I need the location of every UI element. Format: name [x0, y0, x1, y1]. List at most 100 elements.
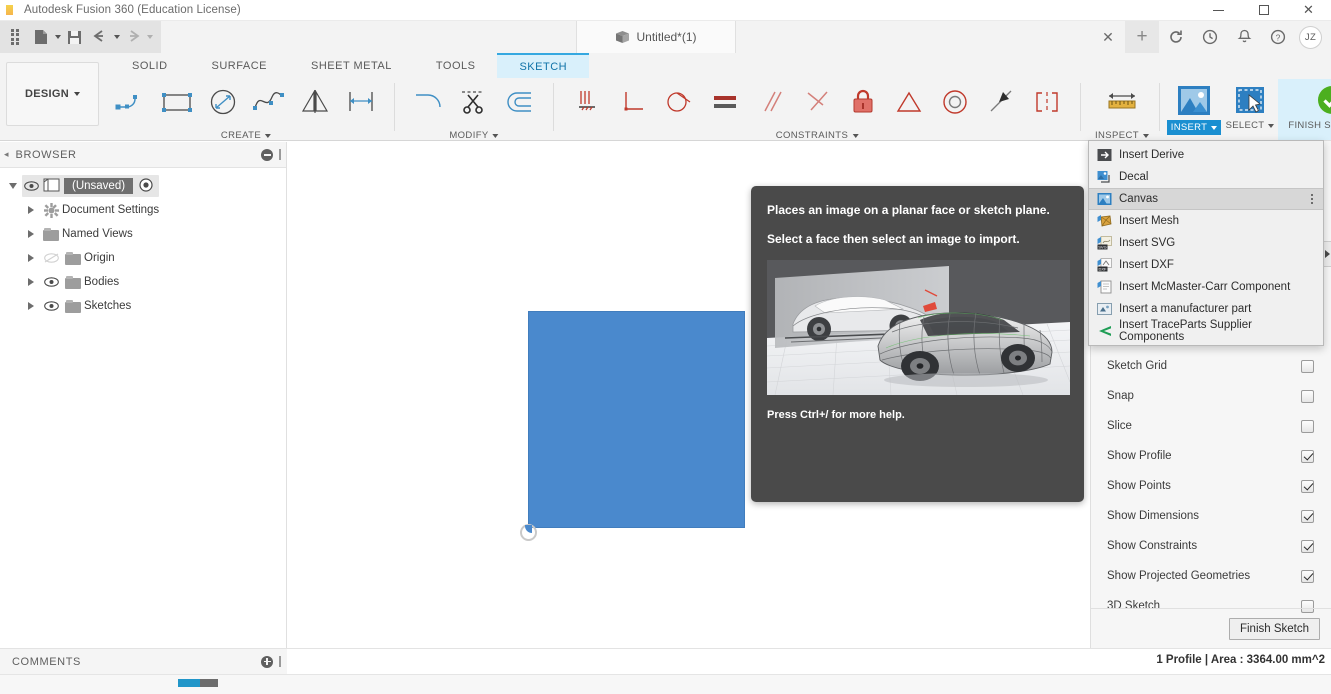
refresh-icon[interactable]: [1159, 21, 1193, 53]
browser-item-bodies[interactable]: Bodies: [0, 270, 287, 294]
menu-item-canvas[interactable]: Canvas: [1089, 188, 1323, 210]
tab-surface[interactable]: SURFACE: [190, 53, 289, 78]
new-tab-icon[interactable]: +: [1125, 21, 1159, 53]
workspace-switcher-design[interactable]: DESIGN: [6, 62, 99, 126]
sketch-profile-rectangle[interactable]: [528, 311, 745, 528]
named-views-expand-icon[interactable]: [22, 230, 40, 238]
browser-item-origin[interactable]: Origin: [0, 246, 287, 270]
slice-checkbox[interactable]: [1301, 419, 1314, 433]
constraint-perpendicular[interactable]: [610, 79, 656, 125]
constraint-midpoint[interactable]: [794, 79, 840, 125]
canvas-overflow-menu-icon[interactable]: [1310, 193, 1316, 205]
notifications-bell-icon[interactable]: [1227, 21, 1261, 53]
insert-button[interactable]: INSERT: [1166, 79, 1222, 141]
user-avatar[interactable]: JZ: [1299, 25, 1322, 49]
sketch-origin-point[interactable]: [520, 524, 537, 541]
sketches-visibility-eye-icon[interactable]: [40, 301, 62, 311]
redo-caret-icon[interactable]: [147, 35, 153, 39]
ribbon-group-constraints-label[interactable]: CONSTRAINTS: [776, 130, 859, 141]
constraint-fix-unfix[interactable]: [840, 79, 886, 125]
sketch-dimension-tool[interactable]: [338, 79, 384, 125]
add-comment-icon[interactable]: [261, 655, 273, 668]
minimize-button[interactable]: [1196, 0, 1241, 21]
constraint-symmetry[interactable]: [1024, 79, 1070, 125]
job-status-clock-icon[interactable]: [1193, 21, 1227, 53]
browser-collapse-all-icon[interactable]: [261, 148, 273, 161]
snap-checkbox[interactable]: [1301, 389, 1314, 403]
tab-tools[interactable]: TOOLS: [414, 53, 498, 78]
palette-option-slice[interactable]: Slice: [1091, 411, 1331, 441]
constraint-collinear[interactable]: [886, 79, 932, 125]
timeline-marker-active[interactable]: [178, 679, 200, 687]
palette-option-show-profile[interactable]: Show Profile: [1091, 441, 1331, 471]
sketch-offset-tool[interactable]: [497, 79, 543, 125]
show-constraints-checkbox[interactable]: [1301, 539, 1314, 553]
root-activate-radio-icon[interactable]: [139, 177, 153, 195]
menu-item-insert-svg[interactable]: SVG Insert SVG: [1089, 232, 1323, 254]
browser-item-document-settings[interactable]: Document Settings: [0, 198, 287, 222]
menu-item-insert-traceparts[interactable]: Insert TraceParts Supplier Components: [1089, 319, 1323, 343]
constraint-parallel[interactable]: [748, 79, 794, 125]
root-expand-triangle-icon[interactable]: [4, 183, 22, 189]
menu-item-decal[interactable]: Decal: [1089, 166, 1323, 188]
bodies-visibility-eye-icon[interactable]: [40, 277, 62, 287]
browser-resize-grip[interactable]: [279, 149, 281, 160]
show-points-checkbox[interactable]: [1301, 479, 1314, 493]
sketch-fillet-tool[interactable]: [405, 79, 451, 125]
origin-expand-icon[interactable]: [22, 254, 40, 262]
constraint-equal[interactable]: [702, 79, 748, 125]
select-button[interactable]: SELECT: [1222, 79, 1278, 141]
finish-sketch-button[interactable]: FINISH SKETCH: [1278, 79, 1331, 141]
sketch-spline-tool[interactable]: [246, 79, 292, 125]
menu-item-insert-dxf[interactable]: DXF Insert DXF: [1089, 254, 1323, 276]
constraint-ground-tool[interactable]: [564, 79, 610, 125]
close-tab-icon[interactable]: ✕: [1091, 21, 1125, 53]
palette-option-show-dimensions[interactable]: Show Dimensions: [1091, 501, 1331, 531]
menu-item-insert-mcmaster-carr[interactable]: Insert McMaster-Carr Component: [1089, 276, 1323, 298]
constraint-tangent[interactable]: [656, 79, 702, 125]
sketch-grid-checkbox[interactable]: [1301, 359, 1314, 373]
sketch-trim-tool[interactable]: [451, 79, 497, 125]
ribbon-group-create-label[interactable]: CREATE: [221, 130, 272, 141]
comments-resize-grip[interactable]: [279, 656, 281, 667]
tab-sheet-metal[interactable]: SHEET METAL: [289, 53, 414, 78]
app-grid-icon[interactable]: [2, 24, 28, 50]
show-projected-geometries-checkbox[interactable]: [1301, 569, 1314, 583]
sketch-circle-tool[interactable]: [200, 79, 246, 125]
help-icon[interactable]: ?: [1261, 21, 1295, 53]
show-profile-checkbox[interactable]: [1301, 449, 1314, 463]
root-visibility-eye-icon[interactable]: [24, 181, 39, 191]
sketch-mirror-tool[interactable]: [292, 79, 338, 125]
browser-item-named-views[interactable]: Named Views: [0, 222, 287, 246]
menu-item-insert-mesh[interactable]: Insert Mesh: [1089, 210, 1323, 232]
palette-option-show-constraints[interactable]: Show Constraints: [1091, 531, 1331, 561]
timeline-marker-end[interactable]: [200, 679, 218, 687]
ribbon-group-modify-label[interactable]: MODIFY: [449, 130, 499, 141]
inspect-measure-tool[interactable]: [1099, 79, 1145, 125]
palette-finish-sketch-button[interactable]: Finish Sketch: [1228, 617, 1320, 640]
bodies-expand-icon[interactable]: [22, 278, 40, 286]
constraint-curvature[interactable]: [978, 79, 1024, 125]
palette-option-sketch-grid[interactable]: Sketch Grid: [1091, 351, 1331, 381]
new-document-icon[interactable]: [28, 24, 54, 50]
close-button[interactable]: ✕: [1286, 0, 1331, 21]
undo-icon[interactable]: [87, 24, 113, 50]
sketch-rectangle-tool[interactable]: [154, 79, 200, 125]
sketches-expand-icon[interactable]: [22, 302, 40, 310]
browser-root-row[interactable]: (Unsaved): [0, 174, 287, 198]
redo-icon[interactable]: [120, 24, 146, 50]
menu-item-insert-manufacturer-part[interactable]: Insert a manufacturer part: [1089, 298, 1323, 320]
save-icon[interactable]: [61, 24, 87, 50]
tab-solid[interactable]: SOLID: [110, 53, 190, 78]
timeline-bar[interactable]: [0, 674, 1331, 694]
document-settings-expand-icon[interactable]: [22, 206, 40, 214]
menu-item-insert-derive[interactable]: Insert Derive: [1089, 144, 1323, 166]
sketch-line-tool[interactable]: [108, 79, 154, 125]
tab-sketch[interactable]: SKETCH: [497, 53, 590, 78]
palette-option-show-points[interactable]: Show Points: [1091, 471, 1331, 501]
maximize-button[interactable]: [1241, 0, 1286, 21]
origin-visibility-eye-icon[interactable]: [40, 253, 62, 263]
palette-option-show-projected-geometries[interactable]: Show Projected Geometries: [1091, 561, 1331, 591]
browser-collapse-arrow-icon[interactable]: ◂: [4, 149, 9, 160]
browser-item-sketches[interactable]: Sketches: [0, 294, 287, 318]
